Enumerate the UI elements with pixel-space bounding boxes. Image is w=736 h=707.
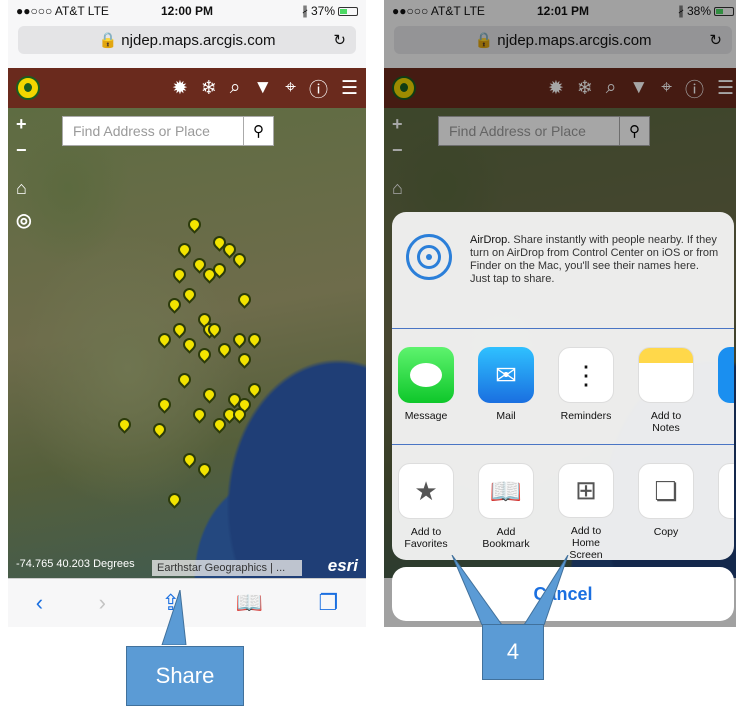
- airdrop-section[interactable]: AirDrop. Share instantly with people nea…: [392, 212, 734, 329]
- action-add-home-screen[interactable]: ⊞ Add to Home Screen: [558, 463, 614, 560]
- location-icon[interactable]: ⌖: [285, 77, 296, 99]
- map-marker-icon[interactable]: [235, 290, 254, 309]
- search-box[interactable]: Find Address or Place ⚲: [62, 116, 274, 146]
- map-marker-icon[interactable]: [180, 285, 199, 304]
- map-marker-icon[interactable]: [215, 340, 234, 359]
- snowflake-icon[interactable]: ❄: [201, 77, 217, 100]
- map-marker-icon[interactable]: [245, 330, 264, 349]
- map-marker-icon[interactable]: [190, 405, 209, 424]
- map-marker-icon[interactable]: [195, 460, 214, 479]
- zoom-in-icon[interactable]: +: [16, 114, 27, 135]
- map-marker-icon[interactable]: [150, 420, 169, 439]
- map-marker-icon[interactable]: [165, 295, 184, 314]
- search-input[interactable]: Find Address or Place: [63, 117, 243, 145]
- map-marker-icon[interactable]: [155, 330, 174, 349]
- url-text: 🔒 njdep.maps.arcgis.com: [98, 32, 276, 49]
- left-screenshot: ●●○○○ AT&T LTE 12:00 PM ∦ 37% 🔒 njdep.ma…: [8, 0, 366, 627]
- map-marker-icon[interactable]: [195, 345, 214, 364]
- share-mail[interactable]: ✉ Mail: [478, 347, 534, 444]
- coordinates-readout: -74.765 40.203 Degrees: [16, 558, 135, 570]
- map-marker-icon[interactable]: [170, 265, 189, 284]
- esri-logo: esri: [327, 556, 358, 575]
- carrier-label: ●●○○○ AT&T LTE: [16, 4, 109, 18]
- map-marker-icon[interactable]: [115, 415, 134, 434]
- filter-icon[interactable]: ▼: [253, 77, 272, 99]
- url-bar[interactable]: 🔒 njdep.maps.arcgis.com ↻: [18, 26, 356, 54]
- map-marker-icon[interactable]: [175, 240, 194, 259]
- map-view[interactable]: + − ⌂ ◎ Find Address or Place ⚲ -74.765 …: [8, 108, 366, 578]
- step-callout-pointers: [451, 555, 569, 625]
- share-more-app[interactable]: [718, 347, 734, 444]
- share-actions-row: ★ Add to Favorites 📖 Add Bookmark ⊞ Add to …: [392, 445, 734, 560]
- reload-icon[interactable]: ↻: [333, 31, 346, 49]
- battery-label: 37%: [310, 4, 335, 18]
- map-marker-icon[interactable]: [170, 320, 189, 339]
- forward-icon[interactable]: ›: [99, 590, 106, 616]
- share-apps-row: Message ✉ Mail ⋮ Reminders Add to Notes: [392, 329, 734, 445]
- more-action-icon: [718, 463, 734, 519]
- map-marker-icon[interactable]: [230, 330, 249, 349]
- action-more[interactable]: [718, 463, 734, 560]
- map-marker-icon[interactable]: [200, 385, 219, 404]
- map-toolbar: ✹ ❄ ⌕ ▼ ⌖ ⓘ ☰: [8, 68, 366, 108]
- right-screenshot: ●●○○○ AT&T LTE 12:01 PM ∦ 38% 🔒 njdep.ma…: [384, 0, 736, 627]
- agency-logo-icon: [16, 76, 40, 100]
- map-marker-icon[interactable]: [180, 335, 199, 354]
- home-icon[interactable]: ⌂: [16, 178, 27, 199]
- plus-square-icon: ⊞: [558, 463, 614, 518]
- more-app-icon: [718, 347, 734, 403]
- action-add-bookmark[interactable]: 📖 Add Bookmark: [478, 463, 534, 560]
- tabs-icon[interactable]: ❐: [318, 590, 338, 616]
- info-icon[interactable]: ⓘ: [309, 75, 328, 102]
- zoom-out-icon[interactable]: −: [16, 140, 27, 161]
- share-callout-pointer: [161, 590, 187, 645]
- message-icon: [398, 347, 454, 403]
- menu-icon[interactable]: ☰: [341, 77, 358, 100]
- attribution-text: Earthstar Geographics | ...: [152, 560, 302, 576]
- share-reminders[interactable]: ⋮ Reminders: [558, 347, 614, 444]
- action-copy[interactable]: ❏ Copy: [638, 463, 694, 560]
- bookmarks-icon[interactable]: 📖: [236, 590, 263, 616]
- share-notes[interactable]: Add to Notes: [638, 347, 694, 444]
- action-add-favorites[interactable]: ★ Add to Favorites: [398, 463, 454, 560]
- step-callout: 4: [482, 624, 544, 680]
- map-marker-icon[interactable]: [175, 370, 194, 389]
- map-marker-icon[interactable]: [235, 350, 254, 369]
- status-bar: ●●○○○ AT&T LTE 12:00 PM ∦ 37%: [8, 0, 366, 22]
- share-callout: Share: [126, 646, 244, 706]
- back-icon[interactable]: ‹: [36, 590, 43, 616]
- bluetooth-icon: ∦: [301, 4, 308, 18]
- sun-icon[interactable]: ✹: [172, 77, 188, 100]
- map-marker-icon[interactable]: [155, 395, 174, 414]
- notes-icon: [638, 347, 694, 403]
- map-marker-icon[interactable]: [165, 490, 184, 509]
- airdrop-icon: [406, 234, 452, 280]
- reminders-icon: ⋮: [558, 347, 614, 403]
- book-icon: 📖: [478, 463, 534, 519]
- copy-icon: ❏: [638, 463, 694, 519]
- share-message[interactable]: Message: [398, 347, 454, 444]
- star-icon: ★: [398, 463, 454, 519]
- battery-status: ∦ 37%: [302, 4, 358, 18]
- search-icon[interactable]: ⚲: [243, 117, 273, 145]
- locate-icon[interactable]: ◎: [16, 210, 32, 231]
- battery-icon: [338, 6, 358, 16]
- map-marker-icon[interactable]: [245, 380, 264, 399]
- airdrop-description: AirDrop. Share instantly with people nea…: [470, 234, 719, 285]
- mail-icon: ✉: [478, 347, 534, 403]
- map-marker-icon[interactable]: [180, 450, 199, 469]
- map-marker-icon[interactable]: [185, 215, 204, 234]
- share-sheet: AirDrop. Share instantly with people nea…: [392, 212, 734, 560]
- query-icon[interactable]: ⌕: [230, 77, 241, 99]
